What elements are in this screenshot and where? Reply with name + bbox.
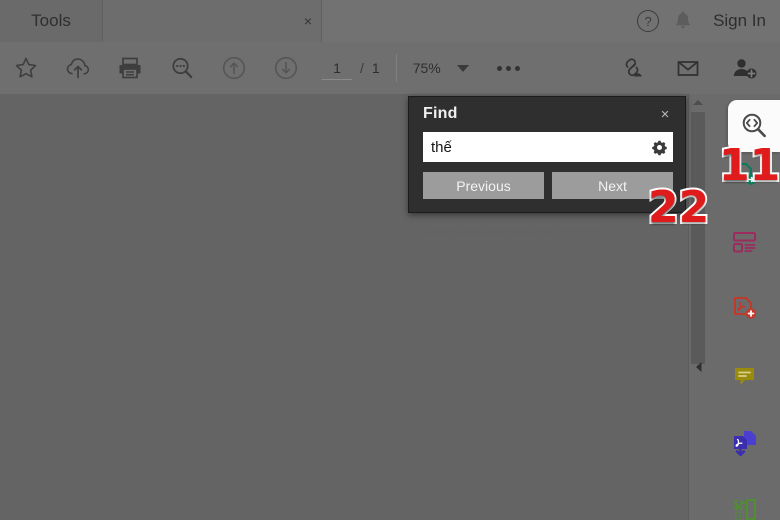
help-icon[interactable]: ? — [637, 10, 660, 32]
document-ghost-line: ——— —————— ——— —— — [420, 234, 559, 244]
find-search-input[interactable] — [423, 133, 645, 161]
find-input-wrapper — [423, 132, 673, 162]
sidebar-item-comment[interactable] — [724, 355, 766, 397]
scroll-up-arrow-icon[interactable] — [689, 94, 707, 110]
vertical-scrollbar[interactable] — [688, 94, 706, 520]
adobe-reader-window: Tools × ? Sign In 1 / 1 75% — ——— —— ———… — [0, 0, 780, 520]
tab-tools-label: Tools — [31, 11, 71, 30]
help-icon-label: ? — [644, 13, 652, 29]
search-magnifier-icon — [742, 113, 766, 138]
gear-icon[interactable] — [645, 133, 673, 161]
find-dialog-buttons: Previous Next — [423, 172, 673, 199]
find-dialog-header: Find × — [409, 97, 685, 131]
download-circle-icon[interactable] — [260, 42, 312, 94]
upload-circle-icon[interactable] — [208, 42, 260, 94]
close-tab-icon[interactable]: × — [295, 0, 321, 42]
dot-icon — [514, 65, 520, 71]
zoom-level-label: 75% — [412, 60, 441, 76]
more-options-button[interactable] — [496, 65, 520, 71]
email-icon[interactable] — [662, 42, 714, 94]
step-marker-2: 222 — [646, 182, 711, 233]
find-previous-button[interactable]: Previous — [423, 172, 544, 199]
panel-collapse-arrow-icon[interactable] — [692, 356, 706, 378]
page-number-input[interactable] — [322, 56, 352, 80]
sidebar-item-create-pdf[interactable] — [724, 288, 766, 330]
scrollbar-thumb[interactable] — [691, 112, 705, 364]
tab-document[interactable]: × — [104, 0, 322, 42]
sidebar-item-download-pdf[interactable] — [724, 422, 766, 464]
share-link-icon[interactable] — [606, 42, 658, 94]
tab-bar: Tools × ? Sign In — [0, 0, 780, 42]
sign-in-label: Sign In — [713, 11, 766, 30]
dot-icon — [505, 65, 511, 71]
tab-tools[interactable]: Tools — [0, 0, 103, 42]
close-icon[interactable]: × — [653, 102, 677, 126]
page-total-label: 1 — [371, 60, 380, 76]
star-icon[interactable] — [0, 42, 52, 94]
step-marker-1: 111 — [717, 140, 780, 191]
chevron-down-icon[interactable] — [456, 64, 469, 72]
find-dialog: Find × Previous Next — [408, 96, 686, 213]
sidebar-item-organize-pages[interactable] — [724, 221, 766, 263]
cloud-upload-icon[interactable] — [52, 42, 104, 94]
toolbar-right-group — [606, 42, 780, 94]
search-text-icon[interactable] — [156, 42, 208, 94]
step-marker-2-label: 2 — [648, 182, 679, 233]
main-toolbar: / 1 75% — [0, 42, 780, 94]
find-dialog-title: Find — [423, 105, 458, 122]
page-navigator: / 1 — [322, 56, 380, 80]
add-person-icon[interactable] — [718, 42, 770, 94]
sign-in-button[interactable]: Sign In — [713, 11, 766, 31]
step-marker-1-label: 1 — [719, 140, 750, 191]
page-separator: / — [360, 60, 364, 76]
document-ghost-line: — ——— —— ————— —— ————— — [420, 219, 602, 229]
notification-bell-icon[interactable] — [673, 10, 693, 32]
tab-bar-right: ? Sign In — [322, 0, 780, 42]
sidebar-item-compress-pdf[interactable] — [724, 489, 766, 520]
zoom-control[interactable]: 75% — [413, 60, 469, 76]
dot-icon — [496, 65, 502, 71]
print-icon[interactable] — [104, 42, 156, 94]
toolbar-divider — [395, 54, 397, 82]
